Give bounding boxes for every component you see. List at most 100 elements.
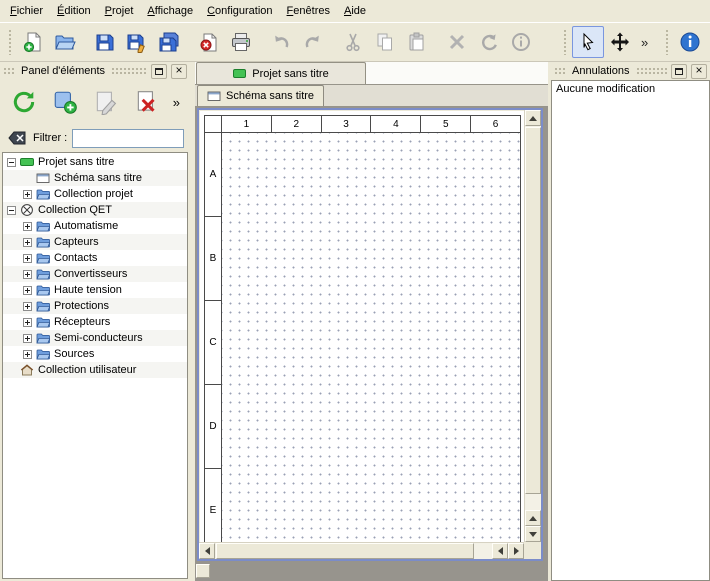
tree-item-label: Haute tension: [54, 284, 126, 296]
menu-fenetres[interactable]: Fenêtres: [280, 2, 337, 20]
undo-dock: Annulations Aucune modification: [551, 62, 710, 581]
scroll-left-button[interactable]: [492, 543, 508, 559]
menu-projet[interactable]: Projet: [98, 2, 141, 20]
scroll-down-button[interactable]: [525, 526, 541, 542]
close-file-button[interactable]: [193, 26, 225, 58]
undo-dock-titlebar[interactable]: Annulations: [551, 62, 710, 80]
save-all-button[interactable]: [153, 26, 185, 58]
copy-button[interactable]: [369, 26, 401, 58]
float-icon: [155, 68, 163, 75]
scroll-left-button[interactable]: [199, 543, 215, 559]
dock-float-button[interactable]: [671, 64, 687, 79]
scroll-up-button[interactable]: [525, 110, 541, 126]
close-icon: [175, 65, 184, 77]
main-toolbar: »: [0, 22, 710, 62]
collapse-icon[interactable]: [7, 158, 16, 167]
arrow-left-icon: [498, 547, 503, 555]
clear-filter-button[interactable]: [6, 128, 28, 148]
tree-item-label: Collection projet: [54, 188, 137, 200]
tab-schema-sans-titre[interactable]: Schéma sans titre: [197, 85, 324, 106]
menu-affichage[interactable]: Affichage: [140, 2, 200, 20]
tree-item-contacts[interactable]: Contacts: [3, 250, 187, 266]
tree-item-semi-conducteurs[interactable]: Semi-conducteurs: [3, 330, 187, 346]
save-button[interactable]: [89, 26, 121, 58]
expand-icon[interactable]: [23, 190, 32, 199]
horizontal-scroll-thumb[interactable]: [216, 543, 474, 559]
expand-icon[interactable]: [23, 318, 32, 327]
redo-button[interactable]: [297, 26, 329, 58]
expand-icon[interactable]: [23, 238, 32, 247]
scroll-up-button[interactable]: [525, 510, 541, 526]
cut-button[interactable]: [337, 26, 369, 58]
about-button[interactable]: [674, 26, 706, 58]
tree-item-schema-sans-titre[interactable]: Schéma sans titre: [3, 170, 187, 186]
select-mode-button[interactable]: [572, 26, 604, 58]
expand-icon[interactable]: [23, 350, 32, 359]
menu-edition[interactable]: Édition: [50, 2, 98, 20]
new-document-button[interactable]: [17, 26, 49, 58]
filter-input[interactable]: [72, 129, 184, 148]
undo-button[interactable]: [265, 26, 297, 58]
tree-item-capteurs[interactable]: Capteurs: [3, 234, 187, 250]
dock-grip: [3, 67, 15, 75]
undo-history-list[interactable]: Aucune modification: [551, 80, 710, 581]
tree-item-haute-tension[interactable]: Haute tension: [3, 282, 187, 298]
vertical-scrollbar[interactable]: [524, 110, 541, 542]
about-icon: [679, 31, 701, 53]
elements-panel-titlebar[interactable]: Panel d'éléments: [0, 62, 190, 80]
pan-mode-button[interactable]: [604, 26, 636, 58]
dock-float-button[interactable]: [151, 64, 167, 79]
delete-button[interactable]: [441, 26, 473, 58]
toolbar-handle[interactable]: [563, 29, 568, 55]
toolbar-handle[interactable]: [8, 29, 13, 55]
expand-icon[interactable]: [23, 302, 32, 311]
tree-item-sources[interactable]: Sources: [3, 346, 187, 362]
tree-item-recepteurs[interactable]: Récepteurs: [3, 314, 187, 330]
panel-toolbar-overflow-button[interactable]: »: [173, 95, 183, 110]
save-as-button[interactable]: [121, 26, 153, 58]
menu-configuration[interactable]: Configuration: [200, 2, 279, 20]
schema-canvas[interactable]: 1 2 3 4 5 6 A B C D E: [200, 111, 524, 542]
menu-fichier[interactable]: Fichier: [3, 2, 50, 20]
tab-projet-sans-titre[interactable]: Projet sans titre: [196, 62, 366, 84]
tree-item-collection-utilisateur[interactable]: Collection utilisateur: [3, 362, 187, 378]
row-header: A B C D E: [205, 133, 222, 542]
collapse-icon[interactable]: [7, 206, 16, 215]
print-button[interactable]: [225, 26, 257, 58]
paste-button[interactable]: [401, 26, 433, 58]
undo-empty-message: Aucune modification: [556, 83, 655, 95]
tree-item-protections[interactable]: Protections: [3, 298, 187, 314]
vertical-scroll-thumb[interactable]: [525, 127, 541, 494]
tree-item-projet-sans-titre[interactable]: Projet sans titre: [3, 154, 187, 170]
expand-icon[interactable]: [23, 254, 32, 263]
menu-aide[interactable]: Aide: [337, 2, 373, 20]
scroll-right-button[interactable]: [508, 543, 524, 559]
element-info-button[interactable]: [505, 26, 537, 58]
tree-item-collection-projet[interactable]: Collection projet: [3, 186, 187, 202]
tree-item-collection-qet[interactable]: Collection QET: [3, 202, 187, 218]
reload-collections-button[interactable]: [7, 85, 41, 119]
dot-grid[interactable]: [222, 133, 520, 542]
toolbar-handle[interactable]: [665, 29, 670, 55]
horizontal-scrollbar[interactable]: [199, 542, 524, 559]
new-element-button[interactable]: [48, 85, 82, 119]
tree-item-convertisseurs[interactable]: Convertisseurs: [3, 266, 187, 282]
tree-item-label: Automatisme: [54, 220, 122, 232]
dock-close-button[interactable]: [171, 64, 187, 79]
toolbar-overflow-button[interactable]: »: [636, 35, 653, 50]
expand-icon[interactable]: [23, 334, 32, 343]
delete-element-button[interactable]: [130, 85, 164, 119]
expand-icon[interactable]: [23, 270, 32, 279]
expand-icon[interactable]: [23, 286, 32, 295]
expand-icon[interactable]: [23, 222, 32, 231]
tree-item-automatisme[interactable]: Automatisme: [3, 218, 187, 234]
schema-tab-bar: Schéma sans titre: [195, 85, 548, 107]
elements-panel-dock: Panel d'éléments » Filtrer :: [0, 62, 190, 581]
open-button[interactable]: [49, 26, 81, 58]
rotate-button[interactable]: [473, 26, 505, 58]
elements-tree[interactable]: Projet sans titre Schéma sans titre Coll…: [2, 152, 188, 579]
edit-element-button[interactable]: [89, 85, 123, 119]
dock-close-button[interactable]: [691, 64, 707, 79]
resize-grip[interactable]: [196, 564, 210, 578]
column-header-cell: 5: [420, 116, 470, 132]
